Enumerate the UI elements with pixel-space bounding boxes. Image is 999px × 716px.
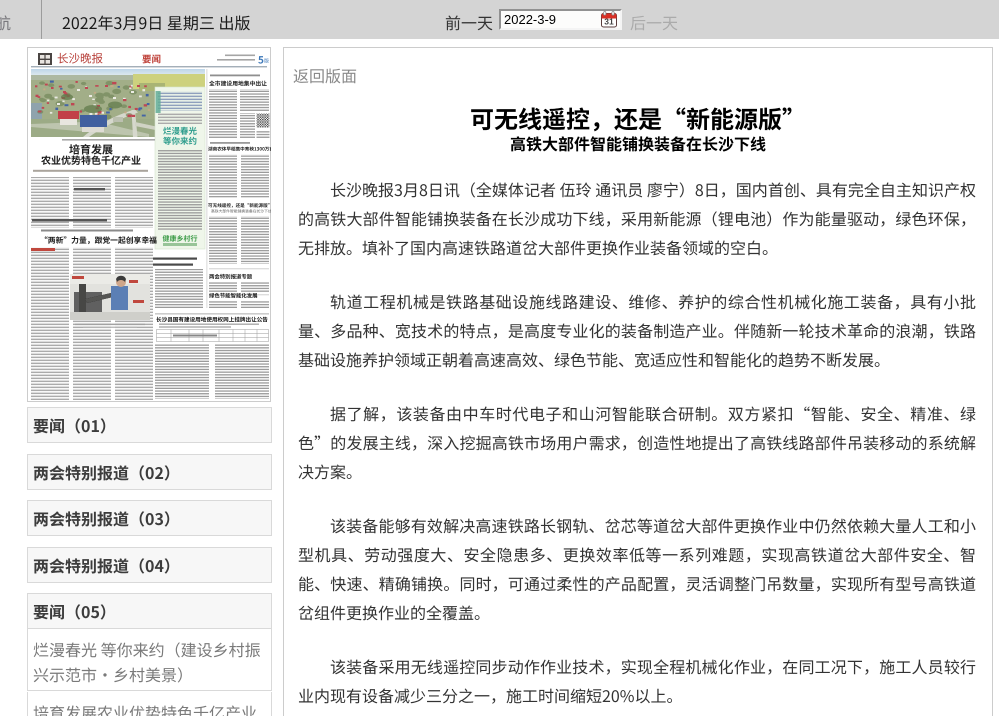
svg-text:“两新”力量，跟党一起创享幸福: “两新”力量，跟党一起创享幸福 [40,235,157,246]
svg-text:长沙县国有建设用地使用权网上挂牌出让公告: 长沙县国有建设用地使用权网上挂牌出让公告 [156,316,268,324]
svg-text:湖南农体早稻集中育秧1300万亩: 湖南农体早稻集中育秧1300万亩 [208,147,271,153]
svg-text:等你来约: 等你来约 [163,135,197,147]
svg-text:要闻: 要闻 [142,52,161,66]
svg-text:农业优势特色千亿产业: 农业优势特色千亿产业 [41,152,141,167]
svg-text:全市建设用地集中出让: 全市建设用地集中出让 [209,79,267,88]
svg-text:绿色节能智能化发展: 绿色节能智能化发展 [209,292,258,300]
svg-text:可无线遥控，还是“新能源版”: 可无线遥控，还是“新能源版” [208,203,271,209]
svg-text:长沙晚报: 长沙晚报 [57,51,103,67]
svg-text:两会特别报道专题: 两会特别报道专题 [209,273,253,281]
svg-text:高铁大部件智能铺换装备在长沙下线: 高铁大部件智能铺换装备在长沙下线 [211,209,271,215]
svg-text:健康乡村行: 健康乡村行 [163,234,198,244]
svg-text:版: 版 [264,58,269,65]
svg-text:31: 31 [604,17,614,27]
